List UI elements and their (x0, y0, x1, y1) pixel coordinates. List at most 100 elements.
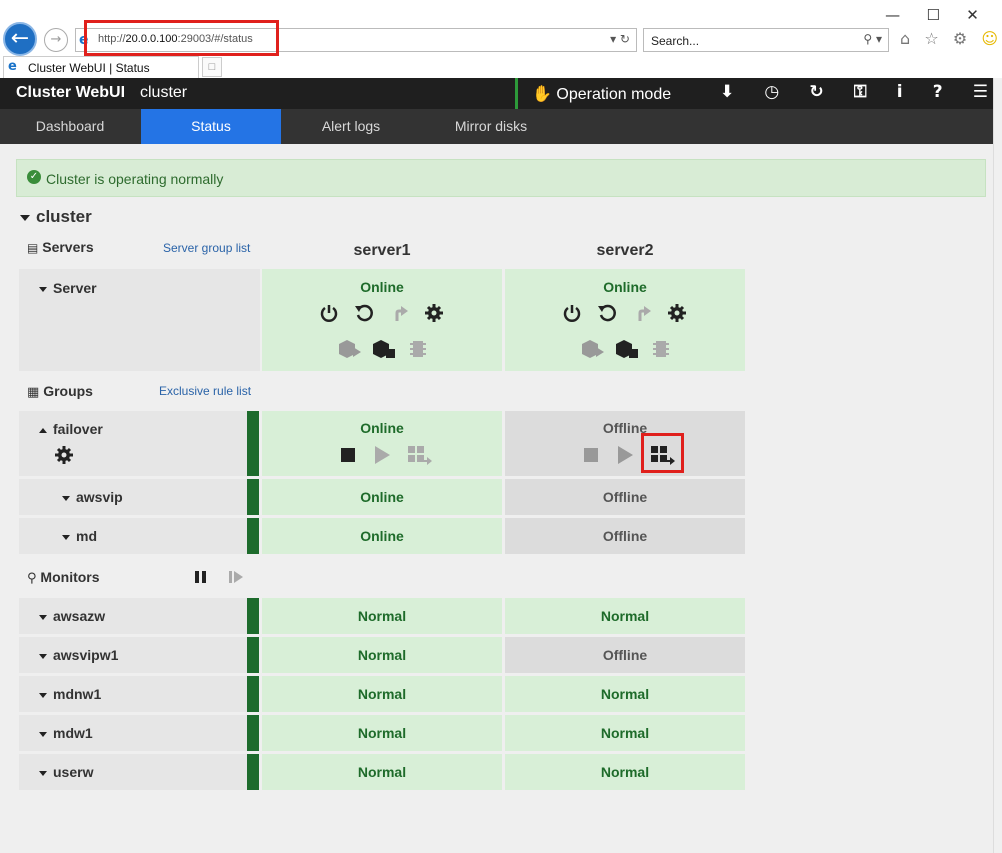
reboot-icon[interactable] (354, 303, 374, 323)
monitor-userw-toggle[interactable]: userw (39, 764, 93, 780)
back-button[interactable]: ← (3, 22, 37, 56)
exclusive-rule-list-link[interactable]: Exclusive rule list (159, 384, 251, 398)
start-icon[interactable] (372, 445, 392, 465)
server1-header: server1 (353, 242, 411, 259)
scrollbar[interactable] (993, 78, 1002, 853)
recover-arrow-icon[interactable] (633, 303, 653, 323)
url-highlight-box (84, 20, 279, 56)
tab-title: Cluster WebUI | Status (28, 61, 150, 75)
userw-server2-cell: Normal (505, 754, 745, 790)
close-icon[interactable]: ✕ (966, 6, 979, 24)
status-alert: ✓ Cluster is operating normally (16, 159, 986, 197)
power-icon[interactable] (562, 303, 582, 323)
tab-dashboard[interactable]: Dashboard (0, 109, 140, 144)
ie-tab-icon: e (8, 59, 17, 74)
monitor-mdnw1-name: mdnw1 (53, 686, 102, 702)
tab-status[interactable]: Status (141, 109, 281, 144)
search-icon[interactable]: ⚲ ▾ (863, 32, 882, 46)
tab-alert-logs[interactable]: Alert logs (281, 109, 421, 144)
power-icon[interactable] (319, 303, 339, 323)
server2-header: server2 (596, 242, 654, 259)
group-failover-toggle[interactable]: failover (39, 421, 103, 437)
resume-monitors-icon[interactable] (228, 569, 248, 589)
server-settings-gear-icon[interactable] (424, 303, 444, 323)
forward-button[interactable]: → (44, 28, 68, 52)
resource-awsvip-toggle[interactable]: awsvip (62, 489, 123, 505)
awsvipw1-server1-cell: Normal (262, 637, 502, 673)
group-awsvip-label-cell: awsvip (19, 479, 247, 515)
group-settings-gear-icon[interactable] (54, 445, 74, 465)
clock-icon[interactable]: ◷ (764, 82, 779, 106)
server-row-toggle[interactable]: Server (39, 280, 97, 296)
chevron-down-icon (39, 653, 47, 659)
server-group-list-link[interactable]: Server group list (163, 241, 250, 255)
chevron-down-icon (39, 731, 47, 737)
smiley-feedback-icon[interactable]: ☺ (981, 29, 998, 51)
mdnw1-server1-status: Normal (357, 686, 407, 702)
md-server2-status: Offline (602, 528, 648, 544)
stop-icon[interactable] (338, 445, 358, 465)
chevron-down-icon (62, 495, 70, 501)
chip-icon[interactable] (408, 339, 428, 359)
userw-server1-status: Normal (357, 764, 407, 780)
move-group-icon[interactable] (407, 445, 432, 465)
alert-message: Cluster is operating normally (46, 171, 224, 187)
menu-list-icon[interactable]: ☰ (973, 82, 988, 106)
awsvip-server1-status: Online (360, 489, 404, 505)
chevron-down-icon (39, 614, 47, 620)
chip-icon[interactable] (651, 339, 671, 359)
suspend-cube-icon[interactable] (338, 339, 361, 359)
awsvipw1-server1-status: Normal (357, 647, 407, 663)
monitors-section-title: ⚲ Monitors (27, 569, 100, 586)
pause-monitors-icon[interactable] (193, 569, 213, 589)
settings-gear-icon[interactable]: ⚙ (953, 29, 967, 51)
move-group-highlight-box (641, 433, 684, 473)
resume-cube-icon[interactable] (372, 339, 395, 359)
start-icon[interactable] (615, 445, 635, 465)
recover-arrow-icon[interactable] (390, 303, 410, 323)
monitor-mdw1-toggle[interactable]: mdw1 (39, 725, 93, 741)
failover-server2-cell: Offline (505, 411, 745, 476)
chevron-down-icon (62, 534, 70, 540)
md-server1-cell: Online (262, 518, 502, 554)
help-icon[interactable]: ? (933, 82, 943, 106)
failover-server1-status: Online (360, 420, 404, 436)
mdw1-server2-cell: Normal (505, 715, 745, 751)
browser-tab[interactable]: e Cluster WebUI | Status (3, 56, 199, 78)
awsvip-server1-cell: Online (262, 479, 502, 515)
monitor-awsvipw1-name: awsvipw1 (53, 647, 119, 663)
cluster-toggle[interactable]: cluster (20, 207, 92, 227)
resume-cube-icon[interactable] (615, 339, 638, 359)
home-icon[interactable]: ⌂ (900, 29, 910, 51)
operation-mode-dropdown[interactable]: ✋ Operation mode (515, 78, 692, 116)
server2-status: Online (603, 279, 647, 295)
search-input[interactable]: Search... ⚲ ▾ (643, 28, 889, 52)
refresh-icon[interactable]: ↻ (809, 82, 823, 106)
browser-toolbar-icons: ⌂ ☆ ⚙ ☺ (900, 29, 998, 51)
resource-md-name: md (76, 528, 97, 544)
reboot-icon[interactable] (597, 303, 617, 323)
info-icon[interactable]: i (897, 82, 903, 106)
address-tools-icon[interactable]: ▾ ↻ (610, 32, 630, 46)
monitor-status-bar (247, 754, 259, 790)
maximize-icon[interactable]: ☐ (926, 6, 939, 24)
monitor-mdnw1-toggle[interactable]: mdnw1 (39, 686, 101, 702)
key-icon[interactable]: ⚿ (854, 82, 867, 106)
monitor-awsazw-toggle[interactable]: awsazw (39, 608, 105, 624)
monitor-awsvipw1-toggle[interactable]: awsvipw1 (39, 647, 118, 663)
favorites-star-icon[interactable]: ☆ (924, 29, 938, 51)
awsazw-server2-cell: Normal (505, 598, 745, 634)
suspend-cube-icon[interactable] (581, 339, 604, 359)
awsvip-server2-status: Offline (602, 489, 648, 505)
awsazw-server2-status: Normal (600, 608, 650, 624)
minimize-icon[interactable]: — (885, 6, 900, 24)
tab-mirror-disks[interactable]: Mirror disks (421, 109, 561, 144)
server-settings-gear-icon[interactable] (667, 303, 687, 323)
group-status-bar (247, 411, 259, 476)
stop-icon[interactable] (581, 445, 601, 465)
groups-section-title: ▦ Groups (27, 383, 93, 400)
download-icon[interactable]: ⬇ (720, 82, 734, 106)
resource-md-toggle[interactable]: md (62, 528, 97, 544)
new-tab-button[interactable]: □ (202, 57, 222, 77)
window-controls: — ☐ ✕ (872, 4, 992, 26)
